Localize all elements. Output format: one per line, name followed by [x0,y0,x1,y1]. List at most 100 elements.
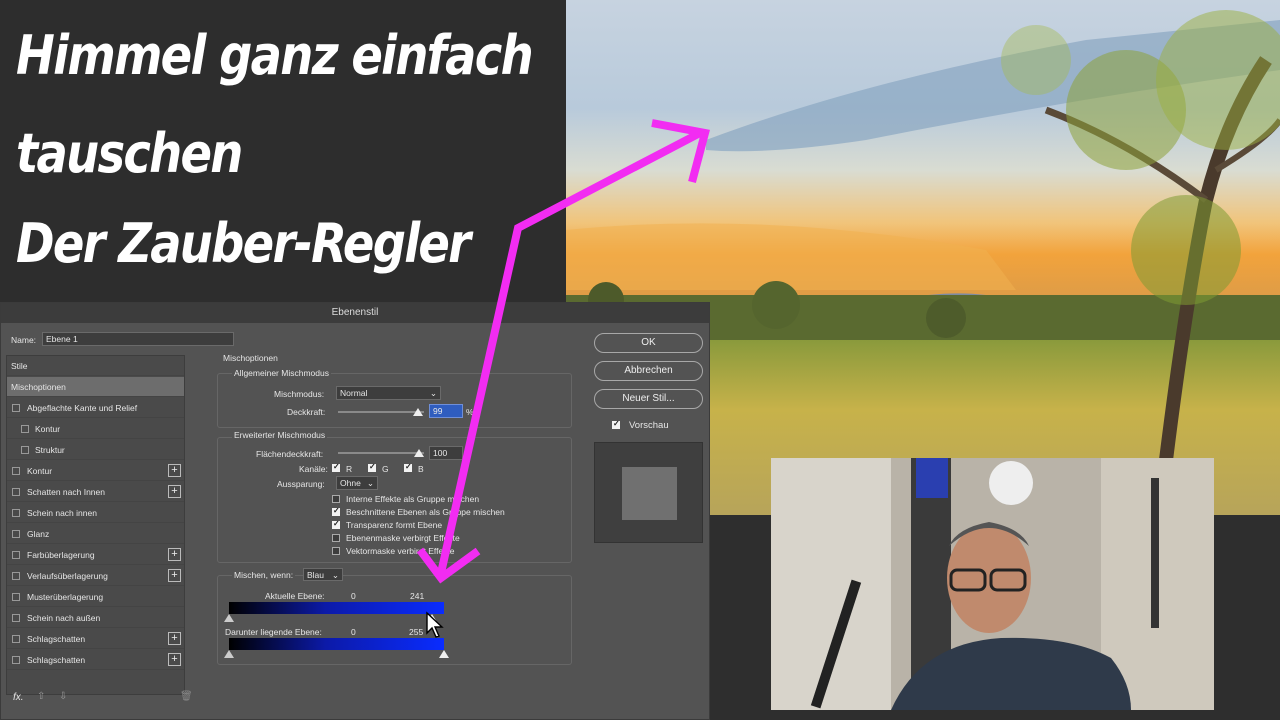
channel-r-checkbox[interactable] [332,462,340,472]
add-icon[interactable]: + [168,464,181,477]
styles-list: Stile Mischoptionen Abgeflachte Kante un… [6,355,185,695]
cursor-icon [426,611,444,638]
checkbox[interactable] [12,551,20,559]
channel-r-label: R [346,464,353,474]
option-label-layer-mask-hides: Ebenenmaske verbirgt Effekte [346,533,460,543]
general-blending-group [217,373,572,428]
style-item-pattern-overlay[interactable]: Musterüberlagerung [7,587,184,607]
option-checkbox-clipped-layers[interactable] [332,506,340,516]
blend-mode-label: Mischmodus: [274,389,325,399]
option-label-clipped-layers: Beschnittene Ebenen als Gruppe mischen [346,507,505,517]
option-checkbox-internal-effects[interactable] [332,495,340,503]
checkbox[interactable] [12,530,20,538]
move-down-icon[interactable]: ⇩ [59,691,67,702]
blend-mode-select[interactable]: Normal ⌄ [336,386,441,400]
style-item-gradient-overlay[interactable]: Verlaufsüberlagerung + [7,566,184,586]
channel-b-checkbox[interactable] [404,462,412,472]
preview-checkbox[interactable] [612,419,620,429]
current-layer-gradient [229,602,444,614]
underlying-layer-gradient [229,638,444,650]
opacity-input[interactable]: 99 [429,404,463,418]
title-line-3: Der Zauber-Regler [16,212,471,275]
current-layer-min-handle[interactable] [224,614,234,622]
option-checkbox-layer-mask-hides[interactable] [332,534,340,542]
opacity-slider[interactable] [338,411,424,413]
webcam-overlay [771,458,1214,710]
option-label-vector-mask-hides: Vektormaske verbirgt Effekte [346,546,455,556]
add-icon[interactable]: + [168,653,181,666]
style-item-bevel-emboss[interactable]: Abgeflachte Kante und Relief [7,398,184,418]
checkbox[interactable] [12,614,20,622]
fill-opacity-slider-handle[interactable] [414,449,424,457]
blend-if-label: Mischen, wenn: [232,570,296,580]
advanced-blending-title: Erweiterter Mischmodus [232,430,328,440]
style-item-stroke[interactable]: Kontur + [7,461,184,481]
add-icon[interactable]: + [168,485,181,498]
checkbox[interactable] [12,488,20,496]
current-layer-min: 0 [351,591,356,601]
name-label: Name: [11,335,37,345]
move-up-icon[interactable]: ⇧ [37,691,45,702]
underlying-layer-max: 255 [409,627,424,637]
styles-header: Stile [7,356,184,376]
ok-button[interactable]: OK [594,333,703,353]
style-preview-swatch [622,467,677,520]
checkbox[interactable] [12,635,20,643]
option-label-internal-effects: Interne Effekte als Gruppe mischen [346,494,480,504]
channel-g-checkbox[interactable] [368,462,376,472]
knockout-value: Ohne [340,478,361,488]
blend-if-group [217,575,572,665]
style-item-color-overlay[interactable]: Farbüberlagerung + [7,545,184,565]
style-item-contour-sub[interactable]: Kontur [7,419,184,439]
blend-mode-value: Normal [340,388,368,398]
checkbox[interactable] [12,593,20,601]
fill-opacity-input[interactable]: 100 [429,446,463,460]
layer-style-dialog: Ebenenstil Name: Ebene 1 Stile Mischopti… [0,302,710,720]
knockout-select[interactable]: Ohne ⌄ [336,476,378,490]
add-icon[interactable]: + [168,548,181,561]
current-layer-max: 241 [410,591,425,601]
option-checkbox-vector-mask-hides[interactable] [332,547,340,555]
cancel-button[interactable]: Abbrechen [594,361,703,381]
fill-opacity-slider[interactable] [338,452,424,454]
style-item-inner-shadow[interactable]: Schatten nach Innen + [7,482,184,502]
blend-if-channel-select[interactable]: Blau ⌄ [303,568,343,581]
trash-icon[interactable]: 🗑 [180,691,193,702]
opacity-label: Deckkraft: [287,407,326,417]
style-item-blending-options[interactable]: Mischoptionen [7,377,184,397]
underlying-layer-min-handle[interactable] [224,650,234,658]
chevron-down-icon: ⌄ [331,570,339,580]
option-checkbox-transparency-shapes[interactable] [332,519,340,529]
checkbox[interactable] [21,446,29,454]
channels-label: Kanäle: [299,464,328,474]
underlying-layer-label: Darunter liegende Ebene: [225,627,322,637]
style-item-satin[interactable]: Glanz [7,524,184,544]
video-thumbnail: Himmel ganz einfach tauschen Der Zauber-… [0,0,1280,720]
checkbox[interactable] [12,572,20,580]
style-item-texture-sub[interactable]: Struktur [7,440,184,460]
section-title: Mischoptionen [223,353,278,363]
checkbox[interactable] [12,467,20,475]
knockout-label: Aussparung: [277,479,325,489]
dialog-title: Ebenenstil [1,303,709,323]
channel-g-label: G [382,464,389,474]
channel-b-label: B [418,464,424,474]
style-item-outer-glow[interactable]: Schein nach außen [7,608,184,628]
style-item-inner-glow[interactable]: Schein nach innen [7,503,184,523]
new-style-button[interactable]: Neuer Stil... [594,389,703,409]
opacity-slider-handle[interactable] [413,408,424,416]
add-icon[interactable]: + [168,632,181,645]
checkbox[interactable] [21,425,29,433]
fx-icon[interactable]: fx. [13,692,24,703]
style-item-drop-shadow-2[interactable]: Schlagschatten + [7,650,184,670]
checkbox[interactable] [12,404,20,412]
presenter-image [771,458,1214,710]
add-icon[interactable]: + [168,569,181,582]
style-item-drop-shadow-1[interactable]: Schlagschatten + [7,629,184,649]
underlying-layer-max-handle[interactable] [439,650,449,658]
checkbox[interactable] [12,509,20,517]
checkbox[interactable] [12,656,20,664]
style-preview [594,442,703,543]
current-layer-label: Aktuelle Ebene: [265,591,325,601]
name-input[interactable]: Ebene 1 [42,332,234,346]
